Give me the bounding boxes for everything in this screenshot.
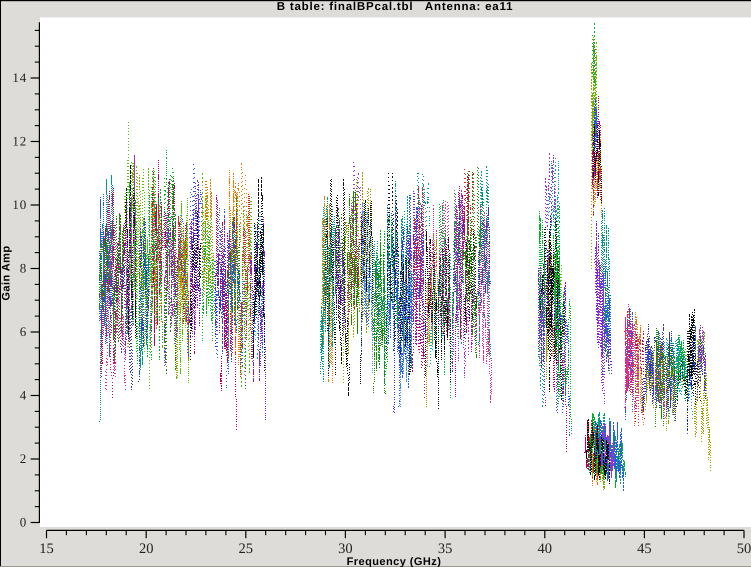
svg-text:B table: finalBPcal.tbl Ante: B table: finalBPcal.tbl Antenna: ea11 [277,1,514,13]
svg-text:15: 15 [39,541,54,557]
svg-text:Gain Amp: Gain Amp [1,245,13,300]
svg-text:45: 45 [637,541,652,557]
svg-text:12: 12 [12,134,27,149]
svg-text:30: 30 [338,541,353,557]
svg-text:0: 0 [20,515,27,530]
svg-text:50: 50 [737,541,751,557]
svg-text:6: 6 [20,324,27,339]
svg-text:20: 20 [139,541,154,557]
svg-text:2: 2 [20,451,27,466]
svg-text:25: 25 [239,541,254,557]
svg-text:40: 40 [538,541,553,557]
svg-text:14: 14 [12,70,27,85]
svg-text:35: 35 [438,541,453,557]
svg-text:Frequency (GHz): Frequency (GHz) [347,556,442,567]
svg-text:4: 4 [20,388,27,403]
svg-text:8: 8 [20,261,27,276]
svg-text:10: 10 [12,197,27,212]
